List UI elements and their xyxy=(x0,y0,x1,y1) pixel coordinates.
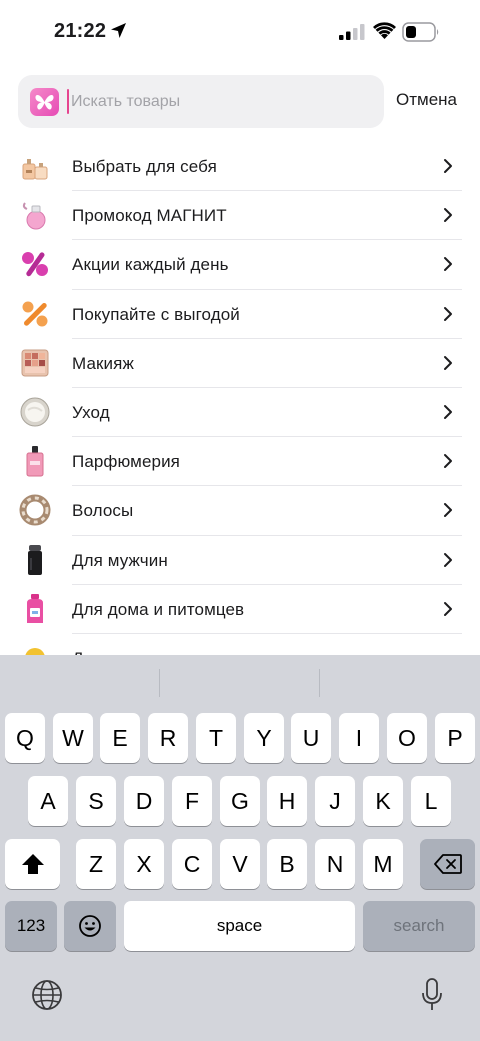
chevron-right-icon xyxy=(444,601,452,616)
key-f[interactable]: F xyxy=(172,776,212,826)
key-t[interactable]: T xyxy=(196,713,236,763)
battery-icon xyxy=(402,22,439,42)
category-label: Акции каждый день xyxy=(72,255,229,275)
shift-key[interactable] xyxy=(5,839,60,889)
chevron-right-icon xyxy=(444,404,452,419)
key-u[interactable]: U xyxy=(291,713,331,763)
key-o[interactable]: O xyxy=(387,713,427,763)
status-bar: 21:22 xyxy=(0,0,480,62)
deodorant-icon xyxy=(28,544,42,575)
chevron-right-icon xyxy=(444,355,452,370)
category-item[interactable]: Для мужчин xyxy=(0,536,480,585)
category-item[interactable]: Промокод МАГНИТ xyxy=(0,191,480,241)
detergent-bottle-icon xyxy=(27,593,43,623)
butterfly-logo-icon xyxy=(30,88,59,116)
microphone-icon[interactable] xyxy=(421,978,443,1012)
backspace-key[interactable] xyxy=(420,839,475,889)
text-cursor xyxy=(67,89,69,114)
status-time: 21:22 xyxy=(54,20,107,42)
category-label: Покупайте с выгодой xyxy=(72,304,240,324)
search-bar[interactable] xyxy=(18,75,384,128)
key-z[interactable]: Z xyxy=(76,839,116,889)
search-key[interactable]: search xyxy=(363,901,475,951)
key-q[interactable]: Q xyxy=(5,713,45,763)
chevron-right-icon xyxy=(444,454,452,469)
key-i[interactable]: I xyxy=(339,713,379,763)
chevron-right-icon xyxy=(444,208,452,223)
space-key[interactable]: space xyxy=(124,901,355,951)
category-item[interactable]: Волосы xyxy=(0,486,480,536)
chevron-right-icon xyxy=(444,306,452,321)
numbers-key[interactable]: 123 xyxy=(5,901,57,951)
backspace-icon xyxy=(433,854,462,874)
category-item[interactable]: Д xyxy=(0,634,480,655)
category-list: Выбрать для себя Промокод МАГНИТ Акции к… xyxy=(0,142,480,655)
pink-percent-icon xyxy=(22,252,48,277)
cellular-signal-icon xyxy=(339,24,365,40)
yellow-item-icon xyxy=(25,647,45,655)
category-label: Волосы xyxy=(72,501,134,521)
globe-icon[interactable] xyxy=(31,979,63,1011)
category-label: Парфюмерия xyxy=(72,452,180,472)
scrunchie-icon xyxy=(19,494,51,526)
key-s[interactable]: S xyxy=(76,776,116,826)
key-l[interactable]: L xyxy=(411,776,451,826)
key-x[interactable]: X xyxy=(124,839,164,889)
category-label: Для мужчин xyxy=(72,550,168,570)
perfume-set-icon xyxy=(22,159,48,180)
key-g[interactable]: G xyxy=(220,776,260,826)
emoji-key[interactable] xyxy=(64,901,116,951)
key-d[interactable]: D xyxy=(124,776,164,826)
keyboard: Q W E R T Y U I O P A S D F G H J K L Z … xyxy=(0,655,480,1041)
category-label: Уход xyxy=(72,402,110,422)
category-label: Выбрать для себя xyxy=(72,157,217,176)
key-w[interactable]: W xyxy=(53,713,93,763)
category-item[interactable]: Выбрать для себя xyxy=(0,142,480,192)
pink-perfume-icon xyxy=(22,202,46,230)
category-item[interactable]: Уход xyxy=(0,388,480,438)
category-item[interactable]: Макияж xyxy=(0,339,480,388)
orange-percent-icon xyxy=(22,301,48,327)
cream-jar-icon xyxy=(20,397,50,427)
key-e[interactable]: E xyxy=(100,713,140,763)
chevron-right-icon xyxy=(444,503,452,518)
perfume-bottle-icon xyxy=(26,446,44,477)
suggestion-divider xyxy=(159,669,160,697)
key-m[interactable]: M xyxy=(363,839,403,889)
location-arrow-icon xyxy=(111,23,126,38)
key-c[interactable]: C xyxy=(172,839,212,889)
key-y[interactable]: Y xyxy=(244,713,284,763)
category-item[interactable]: Парфюмерия xyxy=(0,437,480,487)
key-r[interactable]: R xyxy=(148,713,188,763)
category-label: Промокод МАГНИТ xyxy=(72,206,227,226)
category-item[interactable]: Покупайте с выгодой xyxy=(0,290,480,339)
key-b[interactable]: B xyxy=(267,839,307,889)
key-n[interactable]: N xyxy=(315,839,355,889)
key-v[interactable]: V xyxy=(220,839,260,889)
category-label: Макияж xyxy=(72,353,134,373)
chevron-right-icon xyxy=(444,257,452,272)
key-p[interactable]: P xyxy=(435,713,475,763)
key-k[interactable]: K xyxy=(363,776,403,826)
key-h[interactable]: H xyxy=(267,776,307,826)
eyeshadow-palette-icon xyxy=(21,349,49,377)
key-j[interactable]: J xyxy=(315,776,355,826)
cancel-button[interactable]: Отмена xyxy=(396,90,457,110)
key-a[interactable]: A xyxy=(28,776,68,826)
category-item[interactable]: Для дома и питомцев xyxy=(0,585,480,634)
suggestion-divider xyxy=(319,669,320,697)
wifi-icon xyxy=(373,22,396,39)
category-item[interactable]: Акции каждый день xyxy=(0,240,480,290)
category-label: Для дома и питомцев xyxy=(72,599,245,619)
chevron-right-icon xyxy=(444,552,452,567)
chevron-right-icon xyxy=(444,159,452,173)
emoji-icon xyxy=(79,915,101,937)
shift-icon xyxy=(21,854,44,874)
search-input[interactable] xyxy=(71,87,371,116)
